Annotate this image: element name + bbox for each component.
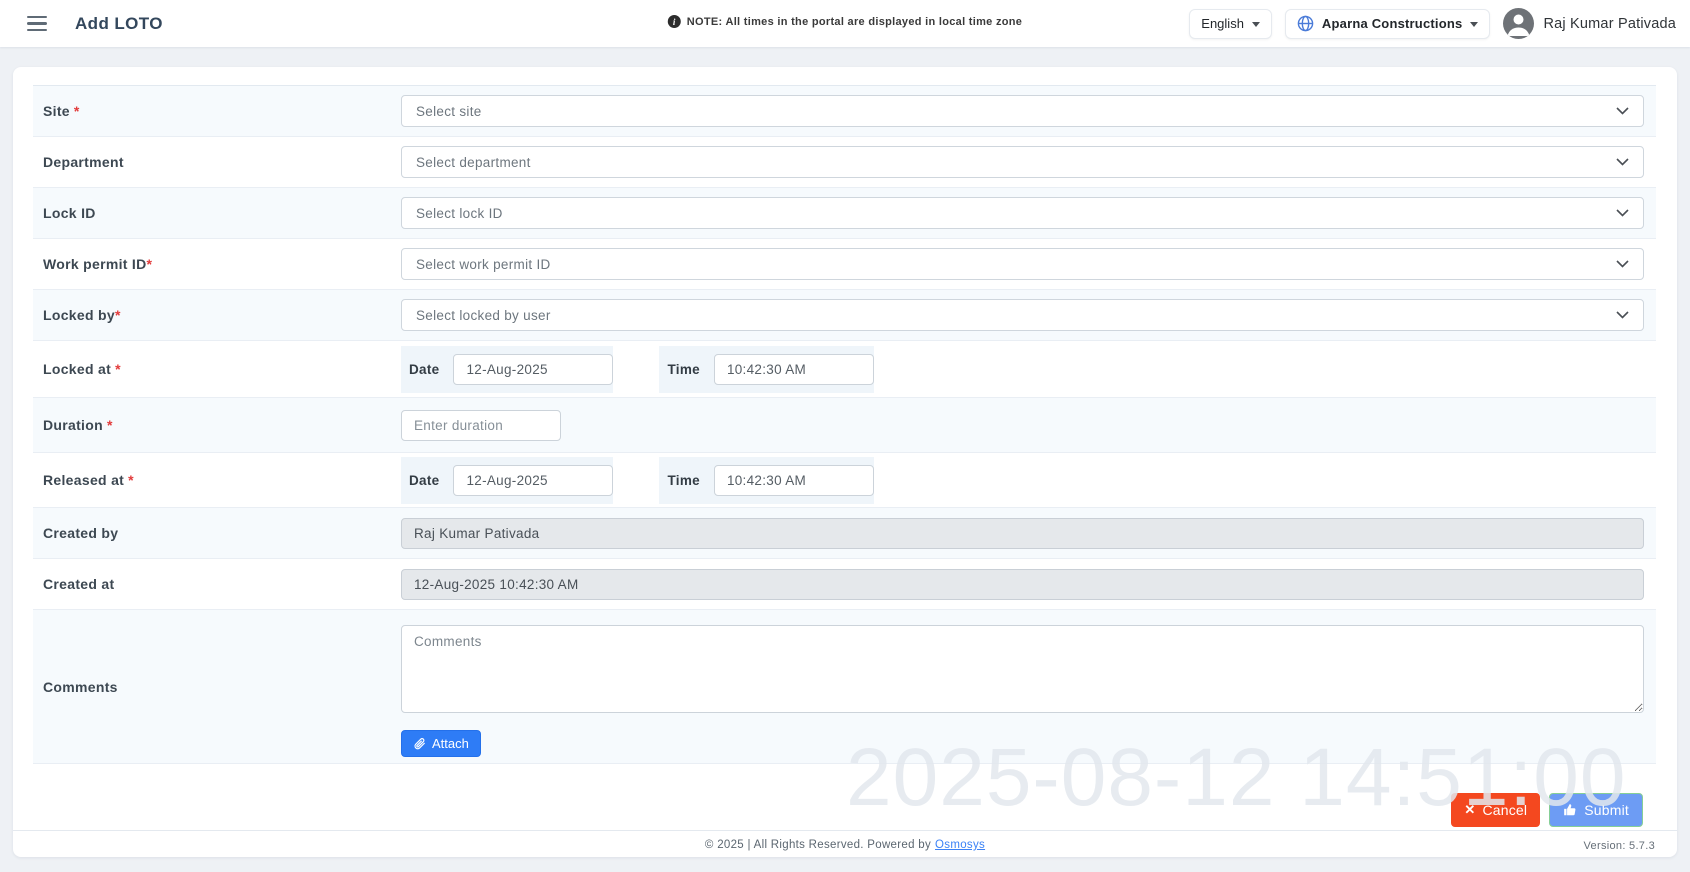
- cancel-button[interactable]: ✕ Cancel: [1451, 793, 1540, 827]
- form-row-locked-at: Locked at* Date Time: [33, 341, 1656, 398]
- comments-textarea[interactable]: [401, 625, 1644, 713]
- work-permit-label: Work permit ID*: [33, 256, 401, 272]
- osmosys-link[interactable]: Osmosys: [935, 839, 985, 851]
- released-at-time-label: Time: [667, 473, 699, 488]
- submit-button-label: Submit: [1584, 802, 1629, 818]
- locked-at-time-label: Time: [667, 362, 699, 377]
- locked-at-label: Locked at*: [33, 361, 401, 377]
- duration-label: Duration*: [33, 417, 401, 433]
- duration-input[interactable]: [401, 410, 561, 441]
- chevron-down-icon: [1616, 158, 1629, 166]
- chevron-down-icon: [1252, 22, 1260, 27]
- close-icon: ✕: [1464, 802, 1475, 818]
- released-at-time-group: Time: [659, 457, 873, 504]
- attach-button-label: Attach: [432, 736, 469, 751]
- created-at-input: [401, 569, 1644, 600]
- lock-id-label: Lock ID: [33, 205, 401, 221]
- locked-by-label: Locked by*: [33, 307, 401, 323]
- required-asterisk: *: [128, 472, 134, 488]
- locked-by-select[interactable]: Select locked by user: [401, 299, 1644, 331]
- locked-by-select-placeholder: Select locked by user: [416, 308, 551, 323]
- chevron-down-icon: [1616, 209, 1629, 217]
- submit-button[interactable]: Submit: [1549, 793, 1643, 827]
- released-at-date-input[interactable]: [453, 465, 613, 496]
- lock-id-select-placeholder: Select lock ID: [416, 206, 503, 221]
- thumbs-up-icon: [1563, 803, 1577, 817]
- department-label: Department: [33, 154, 401, 170]
- required-asterisk: *: [115, 361, 121, 377]
- department-select[interactable]: Select department: [401, 146, 1644, 178]
- timezone-note-text: NOTE: All times in the portal are displa…: [687, 16, 1022, 28]
- lock-id-select[interactable]: Select lock ID: [401, 197, 1644, 229]
- language-dropdown[interactable]: English: [1189, 9, 1272, 39]
- form-row-department: Department Select department: [33, 137, 1656, 188]
- chevron-down-icon: [1470, 22, 1478, 27]
- attach-button[interactable]: Attach: [401, 730, 481, 757]
- organization-dropdown[interactable]: Aparna Constructions: [1285, 9, 1491, 39]
- locked-at-date-group: Date: [401, 346, 613, 393]
- info-icon: i: [668, 15, 681, 28]
- required-asterisk: *: [115, 307, 121, 323]
- version-text: Version: 5.7.3: [1584, 840, 1655, 852]
- released-at-label: Released at*: [33, 472, 401, 488]
- required-asterisk: *: [74, 103, 80, 119]
- work-permit-select[interactable]: Select work permit ID: [401, 248, 1644, 280]
- form-row-locked-by: Locked by* Select locked by user: [33, 290, 1656, 341]
- chevron-down-icon: [1616, 107, 1629, 115]
- organization-dropdown-label: Aparna Constructions: [1322, 16, 1463, 31]
- user-avatar-icon: [1503, 8, 1534, 39]
- form-row-created-at: Created at: [33, 559, 1656, 610]
- language-dropdown-label: English: [1201, 16, 1244, 31]
- site-select-placeholder: Select site: [416, 104, 482, 119]
- form-row-duration: Duration*: [33, 398, 1656, 453]
- form-row-created-by: Created by: [33, 508, 1656, 559]
- site-label: Site*: [33, 103, 401, 119]
- add-loto-form-card: Site* Select site Department Select depa…: [13, 67, 1677, 857]
- work-permit-select-placeholder: Select work permit ID: [416, 257, 551, 272]
- timezone-note: i NOTE: All times in the portal are disp…: [668, 15, 1022, 28]
- created-by-label: Created by: [33, 525, 401, 541]
- paperclip-icon: [413, 737, 426, 750]
- hamburger-menu-icon[interactable]: [27, 12, 47, 36]
- locked-at-time-input[interactable]: [714, 354, 874, 385]
- globe-icon: [1297, 15, 1314, 32]
- required-asterisk: *: [107, 417, 113, 433]
- site-select[interactable]: Select site: [401, 95, 1644, 127]
- form-actions: ✕ Cancel Submit: [13, 793, 1643, 827]
- created-at-label: Created at: [33, 576, 401, 592]
- cancel-button-label: Cancel: [1482, 802, 1527, 818]
- released-at-date-label: Date: [409, 473, 439, 488]
- released-at-date-group: Date: [401, 457, 613, 504]
- form-table: Site* Select site Department Select depa…: [33, 85, 1656, 764]
- top-header: Add LOTO i NOTE: All times in the portal…: [0, 0, 1690, 47]
- chevron-down-icon: [1616, 311, 1629, 319]
- required-asterisk: *: [147, 256, 153, 272]
- form-row-lock-id: Lock ID Select lock ID: [33, 188, 1656, 239]
- created-by-input: [401, 518, 1644, 549]
- locked-at-time-group: Time: [659, 346, 873, 393]
- comments-label: Comments: [33, 679, 401, 695]
- form-row-site: Site* Select site: [33, 86, 1656, 137]
- locked-at-date-label: Date: [409, 362, 439, 377]
- form-row-work-permit: Work permit ID* Select work permit ID: [33, 239, 1656, 290]
- page-title: Add LOTO: [75, 14, 163, 34]
- user-name: Raj Kumar Pativada: [1543, 16, 1676, 32]
- copyright-text: © 2025 | All Rights Reserved. Powered by: [705, 839, 931, 851]
- locked-at-date-input[interactable]: [453, 354, 613, 385]
- released-at-time-input[interactable]: [714, 465, 874, 496]
- footer: © 2025 | All Rights Reserved. Powered by…: [13, 830, 1677, 859]
- user-menu[interactable]: Raj Kumar Pativada: [1503, 8, 1676, 39]
- form-row-comments: Comments Attach: [33, 610, 1656, 764]
- chevron-down-icon: [1616, 260, 1629, 268]
- form-row-released-at: Released at* Date Time: [33, 453, 1656, 508]
- department-select-placeholder: Select department: [416, 155, 531, 170]
